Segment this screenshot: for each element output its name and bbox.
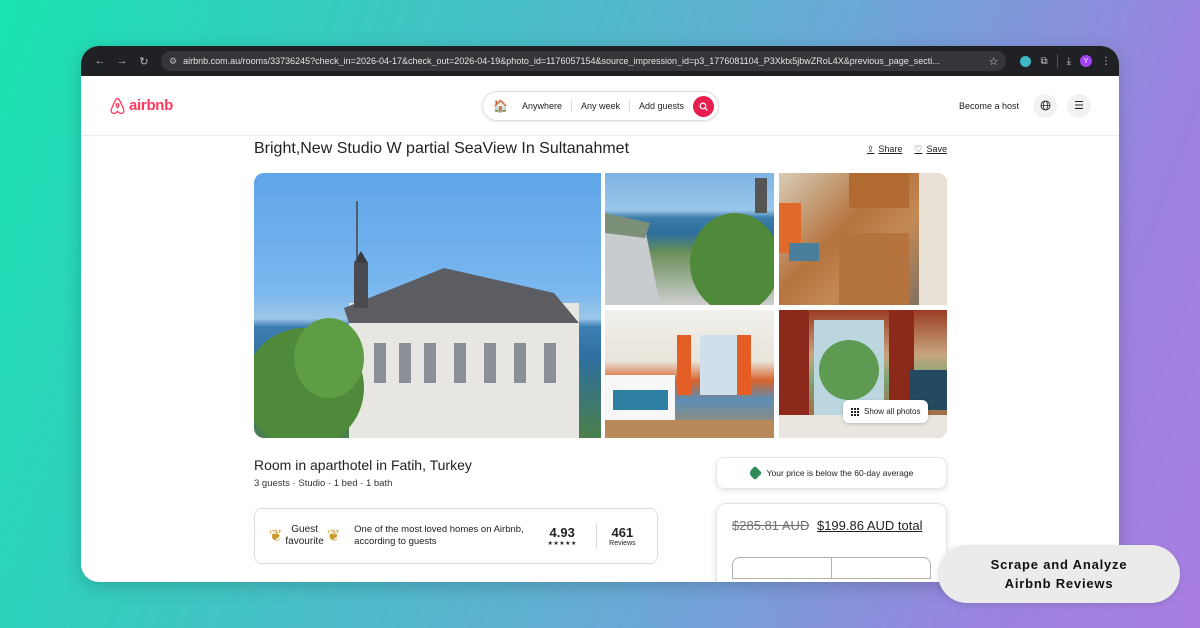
price-note-text: Your price is below the 60-day average	[766, 468, 914, 478]
laurel-left-icon: ❦	[269, 528, 283, 545]
search-when[interactable]: Any week	[572, 100, 630, 112]
check-out-field[interactable]	[832, 558, 930, 578]
puzzle-icon[interactable]: ⧉	[1040, 56, 1047, 67]
listing-title: Bright,New Studio W partial SeaView In S…	[254, 140, 630, 157]
share-label: Share	[878, 144, 903, 154]
download-icon[interactable]: ⤓	[1067, 56, 1071, 67]
browser-toolbar: ← → ↻ ⚙ airbnb.com.au/rooms/33736245?che…	[81, 46, 1119, 76]
rating-value: 4.93	[549, 525, 575, 540]
photo-gallery: Show all photos	[254, 173, 947, 438]
photo-sea-view[interactable]	[605, 173, 774, 305]
back-icon[interactable]: ←	[89, 55, 111, 67]
search-who[interactable]: Add guests	[630, 100, 693, 112]
reviews-count: 461	[611, 525, 634, 540]
guest-favourite-description: One of the most loved homes on Airbnb, a…	[354, 524, 524, 547]
share-button[interactable]: ⇪ Share	[867, 144, 903, 155]
heart-icon: ♡	[914, 143, 923, 154]
guest-favourite-label: Guest favourite	[285, 524, 324, 547]
laurel-right-icon: ❦	[326, 528, 341, 545]
airbnb-logo-icon	[110, 97, 125, 114]
search-where[interactable]: Anywhere	[513, 100, 572, 112]
check-in-field[interactable]	[733, 558, 832, 578]
save-button[interactable]: ♡ Save	[914, 144, 947, 155]
price-note: Your price is below the 60-day average	[716, 457, 947, 489]
grid-icon	[851, 407, 859, 416]
booking-card: $285.81 AUD $199.86 AUD total	[716, 503, 947, 582]
guest-favourite-card[interactable]: ❦ Guest favourite ❦ One of the most love…	[254, 508, 658, 564]
search-bar[interactable]: 🏠 Anywhere Any week Add guests	[482, 91, 719, 121]
save-label: Save	[926, 144, 947, 154]
search-button[interactable]	[693, 95, 714, 117]
site-header: airbnb 🏠 Anywhere Any week Add guests Be…	[81, 76, 1119, 136]
url-text: airbnb.com.au/rooms/33736245?check_in=20…	[183, 56, 940, 66]
original-price: $285.81 AUD	[732, 518, 810, 533]
menu-icon[interactable]: ☰	[1067, 93, 1091, 118]
site-info-icon[interactable]: ⚙	[169, 56, 177, 67]
airbnb-logo[interactable]: airbnb	[109, 97, 173, 115]
badge-line-1: Scrape and Analyze	[990, 557, 1128, 572]
show-all-photos-button[interactable]: Show all photos	[843, 400, 929, 423]
photo-bedroom[interactable]	[605, 310, 774, 438]
toolbar-divider	[1056, 54, 1058, 68]
become-host-link[interactable]: Become a host	[959, 101, 1019, 111]
more-menu-icon[interactable]: ⋮	[1101, 56, 1111, 67]
globe-icon[interactable]	[1033, 93, 1057, 118]
star-rating-icon: ★★★★★	[547, 541, 577, 547]
house-icon: 🏠	[493, 99, 508, 113]
overlay-badge: Scrape and Analyze Airbnb Reviews	[938, 545, 1180, 603]
photo-kitchen[interactable]	[779, 173, 947, 305]
browser-window: ← → ↻ ⚙ airbnb.com.au/rooms/33736245?che…	[81, 46, 1119, 582]
search-icon	[699, 102, 708, 111]
forward-icon[interactable]: →	[111, 55, 133, 67]
logo-text: airbnb	[129, 97, 174, 114]
share-icon: ⇪	[866, 143, 875, 154]
reviews-label: Reviews	[609, 540, 636, 547]
bookmark-star-icon[interactable]: ☆	[989, 55, 999, 68]
profile-avatar[interactable]: Y	[1080, 55, 1092, 67]
rating-block: 4.93 ★★★★★	[540, 525, 584, 547]
badge-line-2: Airbnb Reviews	[1004, 576, 1114, 591]
photo-main-building[interactable]	[254, 173, 601, 438]
reload-icon[interactable]: ↻	[133, 55, 155, 68]
total-price[interactable]: $199.86 AUD total	[817, 518, 923, 533]
address-bar[interactable]: ⚙ airbnb.com.au/rooms/33736245?check_in=…	[161, 51, 1007, 71]
price-line: $285.81 AUD $199.86 AUD total	[732, 518, 931, 533]
extension-icon[interactable]	[1020, 55, 1032, 67]
listing-content: Bright,New Studio W partial SeaView In S…	[254, 136, 947, 582]
room-type-heading: Room in aparthotel in Fatih, Turkey	[254, 457, 472, 473]
date-picker[interactable]	[732, 557, 931, 579]
show-all-photos-label: Show all photos	[864, 407, 921, 416]
divider	[596, 523, 598, 549]
reviews-block[interactable]: 461 Reviews	[609, 525, 635, 547]
room-details: 3 guests · Studio · 1 bed · 1 bath	[254, 478, 393, 489]
price-tag-icon	[747, 465, 762, 481]
